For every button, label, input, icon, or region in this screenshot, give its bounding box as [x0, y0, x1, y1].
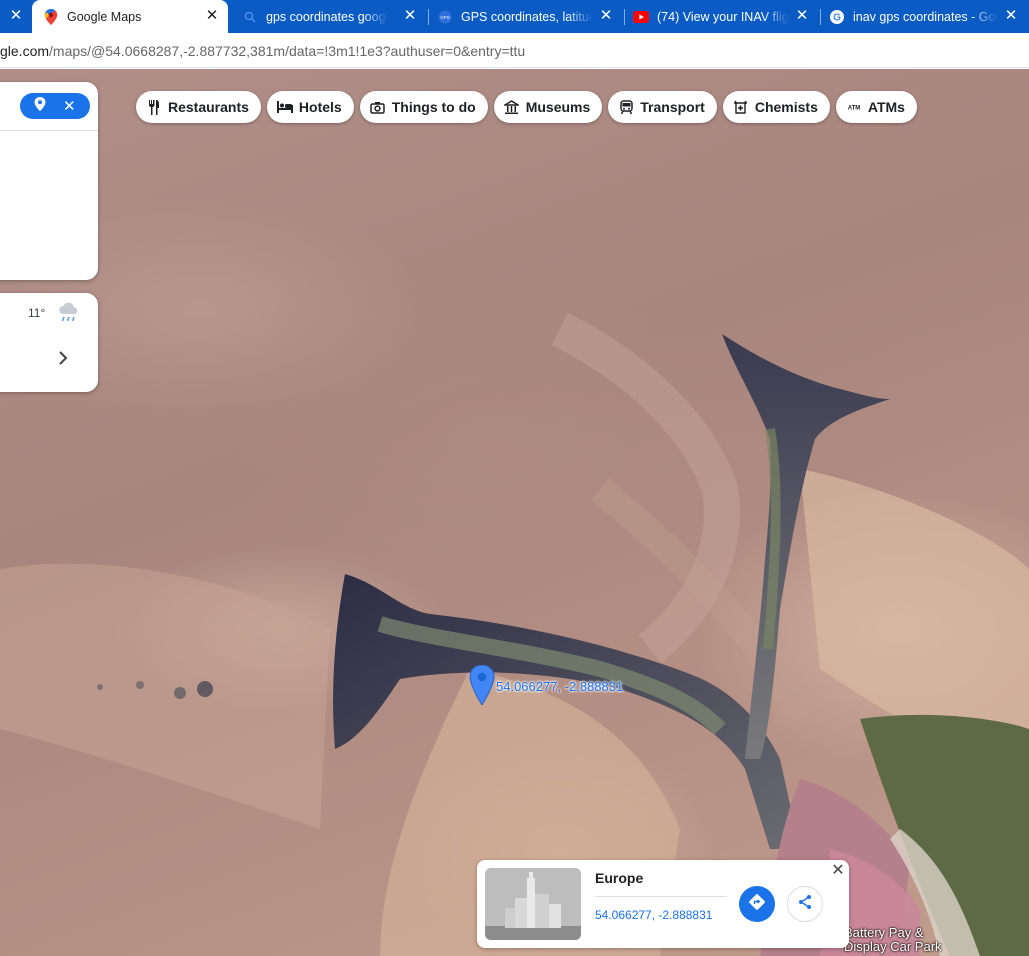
- tab-youtube[interactable]: (74) View your INAV flight ✕: [626, 0, 818, 33]
- bed-icon: [276, 99, 293, 115]
- car-park-label[interactable]: Battery Pay & Display Car Park: [844, 926, 944, 954]
- url-text[interactable]: gle.com/maps/@54.0668287,-2.887732,381m/…: [0, 43, 525, 59]
- share-button[interactable]: [787, 886, 823, 922]
- chip-restaurants[interactable]: Restaurants: [136, 91, 261, 123]
- chip-label: Restaurants: [168, 99, 249, 115]
- youtube-icon: [633, 9, 649, 25]
- pharmacy-icon: [733, 99, 749, 115]
- chip-label: Things to do: [391, 99, 476, 115]
- tab-title: GPS coordinates, latitude and longitude: [461, 9, 593, 24]
- tab-google-search[interactable]: G inav gps coordinates - Google ✕: [822, 0, 1029, 33]
- close-icon[interactable]: ✕: [63, 97, 76, 115]
- google-icon: G: [829, 9, 845, 25]
- museum-icon: [504, 99, 520, 115]
- svg-text:GPS: GPS: [440, 15, 450, 20]
- tab-gps-coordinates[interactable]: GPS GPS coordinates, latitude and longit…: [430, 0, 622, 33]
- weather-panel[interactable]: [0, 293, 98, 392]
- chip-chemists[interactable]: Chemists: [722, 91, 830, 123]
- atm-icon: ATM: [846, 99, 862, 115]
- tab-close-icon[interactable]: ✕: [204, 8, 220, 24]
- map-pin-marker[interactable]: [469, 664, 495, 706]
- divider: [595, 896, 727, 897]
- place-title: Europe: [595, 870, 644, 886]
- tab-close-icon[interactable]: ✕: [1003, 8, 1019, 24]
- chip-museums[interactable]: Museums: [493, 91, 603, 123]
- tab-close-icon[interactable]: ✕: [402, 8, 418, 24]
- divider: [0, 130, 98, 131]
- place-coordinates[interactable]: 54.066277, -2.888831: [595, 908, 712, 922]
- chip-label: Transport: [640, 99, 705, 115]
- svg-text:G: G: [833, 12, 841, 23]
- directions-icon: [748, 893, 766, 916]
- tab-title: gps coordinates google maps: [266, 9, 388, 24]
- tab-title: inav gps coordinates - Google: [853, 9, 999, 24]
- marker-coordinates-label: 54.066277, -2.888831: [496, 679, 624, 694]
- rain-cloud-icon: [57, 302, 81, 324]
- place-card[interactable]: Europe 54.066277, -2.888831 ✕: [477, 860, 849, 948]
- chip-transport[interactable]: Transport: [608, 91, 717, 123]
- chip-label: ATMs: [867, 99, 905, 115]
- chip-atms[interactable]: ATM ATMs: [835, 91, 917, 123]
- location-pin-icon[interactable]: [34, 97, 46, 115]
- tab-close-icon[interactable]: ✕: [794, 8, 810, 24]
- chip-label: Hotels: [298, 99, 342, 115]
- url-path: /maps/@54.0668287,-2.887732,381m/data=!3…: [49, 43, 526, 59]
- directions-button[interactable]: [739, 886, 775, 922]
- url-host: gle.com: [0, 43, 50, 59]
- chip-label: Chemists: [754, 99, 818, 115]
- fork-knife-icon: [146, 99, 162, 115]
- chip-hotels[interactable]: Hotels: [266, 91, 354, 123]
- search-pill[interactable]: ✕: [20, 93, 90, 119]
- camera-icon: [370, 99, 386, 115]
- train-icon: [618, 99, 634, 115]
- category-chips: Restaurants Hotels Things to do Museums …: [136, 91, 917, 123]
- tab-google-maps[interactable]: Google Maps ✕: [32, 0, 228, 33]
- tab-title: Google Maps: [67, 9, 142, 24]
- tab-close-icon[interactable]: ✕: [598, 8, 614, 24]
- chip-label: Museums: [525, 99, 591, 115]
- browser-tab-bar: ✕ Google Maps ✕ gps coordinates google m…: [0, 0, 1029, 33]
- weather-temp: 11°: [28, 306, 46, 320]
- chevron-right-icon[interactable]: [56, 349, 70, 367]
- maps-pin-icon: [43, 8, 59, 25]
- gps-icon: GPS: [437, 9, 453, 25]
- place-thumbnail[interactable]: [485, 868, 581, 940]
- tab-title: (74) View your INAV flight: [657, 9, 789, 24]
- search-icon: [242, 9, 258, 25]
- satellite-map[interactable]: [0, 69, 1029, 956]
- share-icon: [797, 894, 813, 915]
- chip-things-to-do[interactable]: Things to do: [359, 91, 488, 123]
- svg-text:ATM: ATM: [848, 106, 861, 112]
- tab-gps-search[interactable]: gps coordinates google maps ✕: [236, 0, 426, 33]
- tab-close-icon[interactable]: ✕: [8, 8, 24, 24]
- tab-0[interactable]: ✕: [0, 0, 30, 33]
- map-imagery: [0, 312, 1029, 956]
- close-icon[interactable]: ✕: [829, 862, 847, 880]
- address-bar[interactable]: gle.com/maps/@54.0668287,-2.887732,381m/…: [0, 33, 1029, 68]
